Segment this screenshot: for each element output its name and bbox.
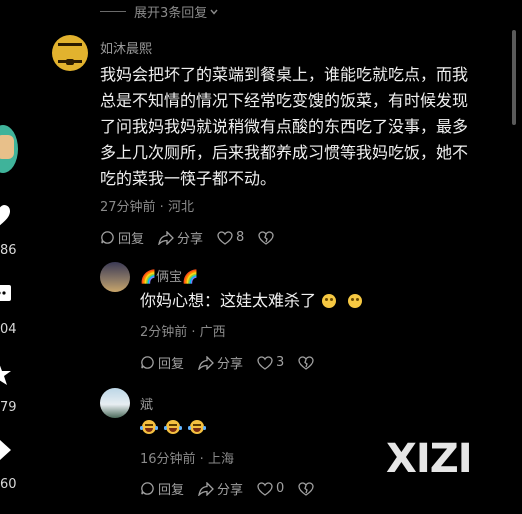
favorite-count: 79 [0,400,17,415]
avatar-logo-mark [66,59,74,65]
like-button[interactable]: 3 [257,355,284,370]
chevron-down-icon [210,9,218,15]
like-icon[interactable] [0,203,12,229]
reply-time-location: 2分钟前 · 广西 [140,325,226,340]
dislike-button[interactable] [298,481,317,496]
comment-text: 我妈会把坏了的菜端到餐桌上，谁能吃就吃点，而我 总是不知情的情况下经常吃变馊的饭… [100,62,500,192]
laughing-emoji-icon [188,420,206,434]
reply-author[interactable]: 🌈俩宝🌈 [140,266,198,285]
reply-text-row: 你妈心想：这娃太难杀了 [140,288,368,314]
reply-icon [141,482,154,495]
share-button[interactable]: 分享 [198,353,243,372]
reply-emoji-row [140,420,210,434]
reply-icon [141,356,154,369]
star-icon[interactable] [0,362,12,386]
like-button[interactable]: 8 [217,230,244,245]
share-button[interactable]: 分享 [158,228,203,247]
reply-button[interactable]: 回复 [100,228,144,247]
author-avatar[interactable] [52,35,88,71]
share-icon [198,481,214,496]
comment-line: 了问我妈我妈就说稍微有点酸的东西吃了没事，最多 [100,117,469,136]
comment-time-location: 27分钟前 · 河北 [100,200,194,215]
scrollbar[interactable] [512,30,516,125]
heart-icon [257,355,273,370]
reply-time-location: 16分钟前 · 上海 [140,452,234,467]
broken-heart-icon [258,230,274,245]
broken-heart-icon [298,355,314,370]
side-avatar[interactable] [0,125,18,173]
share-icon [158,230,174,245]
like-count: 0 [276,481,285,496]
reply-avatar[interactable] [100,388,130,418]
reply-author[interactable]: 斌 [140,394,153,413]
heart-icon [257,481,273,496]
like-button[interactable]: 0 [257,481,284,496]
reply-icon [101,231,114,244]
divider-line [100,11,126,12]
comment-actions: 回复 分享 8 [100,228,291,247]
grimace-emoji-icon [322,294,337,308]
comment-line: 总是不知情的情况下经常吃变馊的饭菜，有时候发现 [100,91,469,110]
like-count: 86 [0,243,17,258]
reply-label: 回复 [118,232,145,247]
comment-count: 04 [0,322,17,337]
like-count: 8 [236,230,245,245]
comment-line: 多上几次厕所，后来我都养成习惯等我妈吃饭，她不 [100,143,469,162]
share-label: 分享 [217,483,244,498]
expand-replies[interactable]: 展开3条回复 [100,2,219,21]
share-icon [198,355,214,370]
grimace-emoji-icon [348,294,363,308]
dislike-button[interactable] [258,230,277,245]
reply-button[interactable]: 回复 [140,479,184,498]
heart-icon [217,230,233,245]
comment-line: 吃的菜我一筷子都不动。 [100,169,277,188]
watermark-logo: XIZI [386,436,473,482]
share-arrow-icon[interactable] [0,438,12,462]
laughing-emoji-icon [164,420,182,434]
reply-button[interactable]: 回复 [140,353,184,372]
share-label: 分享 [217,357,244,372]
expand-replies-label: 展开3条回复 [134,6,208,21]
share-button[interactable]: 分享 [198,479,243,498]
comment-line: 我妈会把坏了的菜端到餐桌上，谁能吃就吃点，而我 [100,65,469,84]
reply-label: 回复 [158,357,185,372]
reply-text: 你妈心想：这娃太难杀了 [140,291,317,310]
laughing-emoji-icon [140,420,158,434]
reply-actions: 回复 分享 3 [140,353,331,372]
share-count: 60 [0,477,17,492]
reply-label: 回复 [158,483,185,498]
comment-author[interactable]: 如沐晨熙 [100,38,152,57]
broken-heart-icon [298,481,314,496]
side-avatar-badge [0,135,14,159]
dislike-button[interactable] [298,355,317,370]
comment-icon[interactable] [0,283,12,307]
share-label: 分享 [177,232,204,247]
reply-actions: 回复 分享 0 [140,479,331,498]
reply-avatar[interactable] [100,262,130,292]
like-count: 3 [276,355,285,370]
